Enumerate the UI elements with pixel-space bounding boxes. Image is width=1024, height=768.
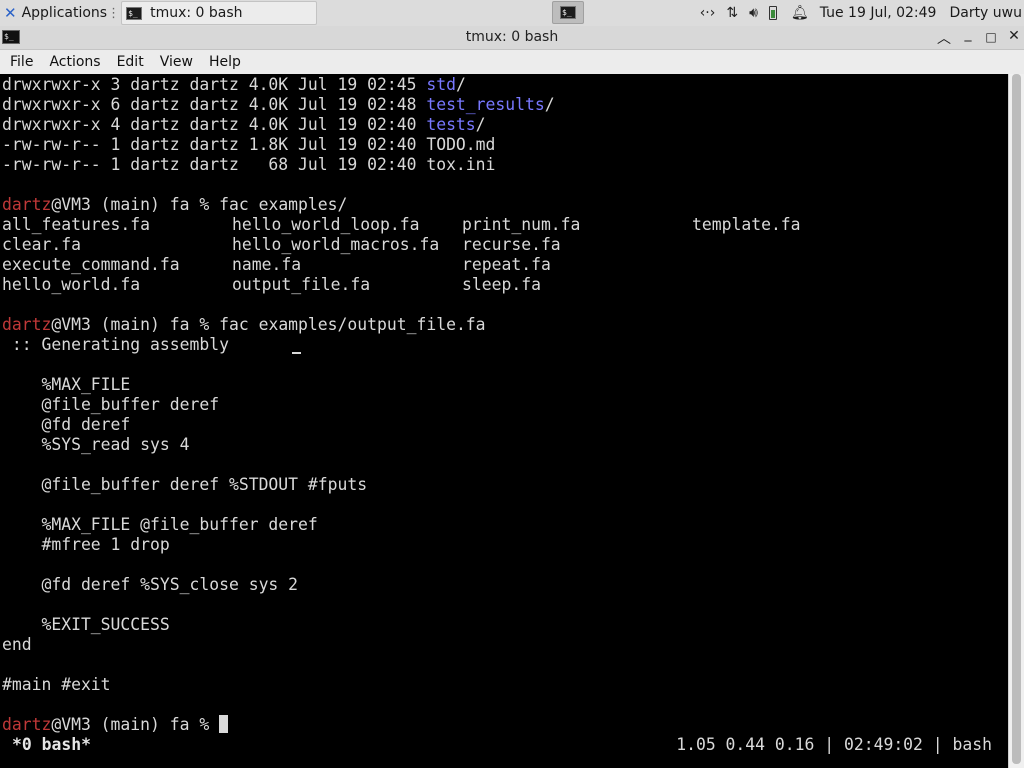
- system-tray: ‹·› ⇅ 🔊︎ 🔔︎ Tue 19 Jul, 02:49 Darty uwu: [700, 0, 1024, 26]
- terminal-icon: $_: [126, 6, 143, 20]
- file-list-row: all_features.fa hello_world_loop.fa print_…: [2, 215, 801, 234]
- file-list-row: execute_command.fa name.fa repeat.fa: [2, 255, 551, 274]
- terminal-line: drwxrwxr-x 3 dartz dartz 4.0K Jul 19 02:…: [2, 75, 466, 94]
- menu-view[interactable]: View: [152, 54, 201, 70]
- window-titlebar[interactable]: $_ tmux: 0 bash ︿ _ □ ✕: [0, 26, 1024, 50]
- volume-icon[interactable]: 🔊︎: [749, 5, 758, 21]
- output-line: %SYS_read sys 4: [2, 435, 190, 454]
- menu-actions[interactable]: Actions: [41, 54, 108, 70]
- clock[interactable]: Tue 19 Jul, 02:49: [820, 5, 937, 21]
- xfce-logo-icon: ✕: [4, 4, 17, 22]
- menu-edit[interactable]: Edit: [109, 54, 152, 70]
- user-menu[interactable]: Darty uwu: [949, 5, 1022, 21]
- output-line: @fd deref: [2, 415, 131, 434]
- prompt-line[interactable]: dartz@VM3 (main) fa %: [2, 715, 229, 735]
- menu-bar: File Actions Edit View Help: [0, 50, 1024, 74]
- terminal-line: -rw-rw-r-- 1 dartz dartz 1.8K Jul 19 02:…: [2, 135, 496, 154]
- terminal-scrollbar[interactable]: [1008, 74, 1024, 768]
- terminal-line: drwxrwxr-x 6 dartz dartz 4.0K Jul 19 02:…: [2, 95, 555, 114]
- file-list-row: clear.fa hello_world_macros.fa recurse.fa: [2, 235, 561, 254]
- output-line: end: [2, 635, 32, 654]
- terminal-area[interactable]: drwxrwxr-x 3 dartz dartz 4.0K Jul 19 02:…: [0, 74, 1008, 768]
- top-panel: ✕ Applications ⋮ $_ tmux: 0 bash $_ ‹·› …: [0, 0, 1024, 26]
- maximize-window-icon[interactable]: □: [981, 30, 1001, 44]
- prompt-line: dartz@VM3 (main) fa % fac examples/: [2, 195, 348, 214]
- output-line: @file_buffer deref: [2, 395, 220, 414]
- taskbar-window-button[interactable]: $_ tmux: 0 bash: [121, 1, 318, 25]
- menu-file[interactable]: File: [0, 54, 41, 70]
- minimize-window-icon[interactable]: _: [958, 26, 978, 42]
- output-line: :: Generating assembly: [2, 335, 229, 354]
- tmux-window-indicator[interactable]: *0 bash*: [12, 735, 91, 755]
- workspace-switcher[interactable]: $_: [552, 1, 584, 24]
- output-line: #mfree 1 drop: [2, 535, 170, 554]
- terminal-icon: $_: [560, 6, 576, 19]
- output-line: @file_buffer deref %STDOUT #fputs: [2, 475, 368, 494]
- terminal-line: drwxrwxr-x 4 dartz dartz 4.0K Jul 19 02:…: [2, 115, 486, 134]
- notification-bell-icon[interactable]: 🔔︎: [791, 5, 809, 21]
- menu-help[interactable]: Help: [201, 54, 249, 70]
- battery-icon[interactable]: [768, 6, 777, 20]
- output-line: %MAX_FILE: [2, 375, 131, 394]
- taskbar-window-label: tmux: 0 bash: [150, 5, 243, 21]
- tmux-status-info: 1.05 0.44 0.16 | 02:49:02 | bash: [676, 735, 992, 754]
- network-icon[interactable]: ‹·›: [700, 5, 716, 21]
- prompt-line: dartz@VM3 (main) fa % fac examples/outpu…: [2, 315, 486, 334]
- shade-window-icon[interactable]: ︿: [934, 28, 954, 48]
- applications-menu-button[interactable]: ✕ Applications ⋮: [0, 0, 121, 26]
- applications-label: Applications: [21, 5, 108, 21]
- window-title: tmux: 0 bash: [465, 29, 559, 45]
- output-line: %EXIT_SUCCESS: [2, 615, 170, 634]
- text-cursor: [219, 715, 229, 733]
- close-window-icon[interactable]: ✕: [1004, 28, 1024, 44]
- output-line: #main #exit: [2, 675, 111, 694]
- output-line: @fd deref %SYS_close sys 2: [2, 575, 299, 594]
- stray-cursor: [292, 352, 301, 354]
- scrollbar-thumb[interactable]: [1012, 74, 1021, 764]
- panel-separator: ⋮: [107, 5, 121, 21]
- terminal-line: -rw-rw-r-- 1 dartz dartz 68 Jul 19 02:40…: [2, 155, 496, 174]
- output-line: %MAX_FILE @file_buffer deref: [2, 515, 318, 534]
- transfer-arrows-icon[interactable]: ⇅: [726, 5, 738, 21]
- file-list-row: hello_world.fa output_file.fa sleep.fa: [2, 275, 541, 294]
